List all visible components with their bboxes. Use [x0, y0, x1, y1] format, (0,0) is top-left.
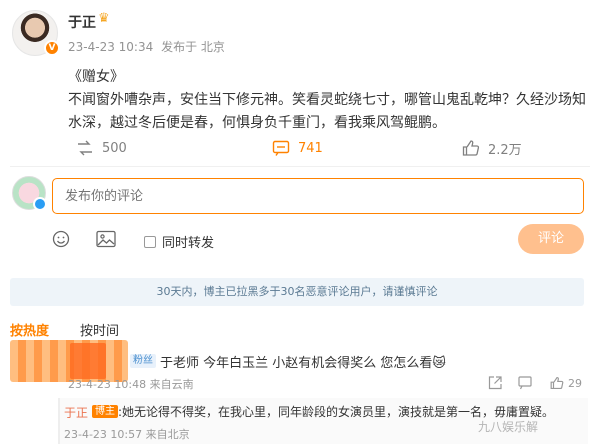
crown-icon: ♛: [98, 11, 110, 26]
checkbox-box[interactable]: [144, 235, 156, 248]
comment-like-count: 29: [568, 376, 582, 390]
post-source: 发布于 北京: [161, 40, 225, 54]
repost-button[interactable]: 500: [76, 136, 127, 160]
comment-icon: [272, 140, 290, 156]
comment-meta: 23-4-23 10:48 来自云南: [68, 376, 194, 392]
comment-count: 741: [298, 140, 323, 156]
emoji-button[interactable]: [52, 230, 70, 252]
post-actions: 500 741 2.2万: [0, 136, 600, 160]
repost-checkbox-label: 同时转发: [162, 236, 215, 251]
comment-input[interactable]: [52, 178, 584, 214]
comment-button[interactable]: 741: [272, 136, 323, 160]
repost-count: 500: [102, 140, 127, 156]
tab-sort-time[interactable]: 按时间: [80, 320, 119, 339]
comment-like-button[interactable]: 29: [550, 376, 582, 390]
reply-date: 23-4-23 10:57: [64, 428, 143, 441]
reply-meta: 23-4-23 10:57 来自北京: [64, 426, 190, 442]
like-count: 2.2万: [488, 142, 522, 158]
divider: [10, 166, 590, 167]
comment-location: 来自云南: [149, 378, 194, 391]
fan-badge: 粉丝: [130, 354, 156, 368]
comment-date: 23-4-23 10:48: [68, 378, 147, 391]
post-meta: 23-4-23 10:34 发布于 北京: [68, 38, 229, 55]
author-name[interactable]: 于正: [68, 12, 96, 32]
verified-badge-icon: V: [44, 40, 60, 56]
emoji-icon: [52, 230, 70, 248]
repost-icon: [78, 140, 92, 156]
post-title: 《赠女》: [68, 69, 124, 85]
tab-sort-hot[interactable]: 按热度: [10, 320, 49, 339]
redacted-block: [70, 343, 106, 379]
image-icon: [96, 230, 116, 248]
post-date[interactable]: 23-4-23 10:34: [68, 40, 153, 54]
comment-share-button[interactable]: [488, 376, 502, 390]
submit-comment-button[interactable]: 评论: [518, 224, 584, 254]
reply-location: 来自北京: [145, 428, 190, 441]
my-verified-icon: [33, 197, 47, 211]
watermark: 九八娱乐解: [478, 420, 539, 434]
thumbs-up-icon: [550, 376, 564, 390]
image-button[interactable]: [96, 230, 116, 252]
blogger-badge: 博主: [92, 405, 118, 418]
comment-text: 于老师 今年白玉兰 小赵有机会得奖么 您怎么看😿: [160, 356, 446, 371]
blocklist-notice: 30天内，博主已拉黑多于30名恶意评论用户，请谨慎评论: [10, 278, 584, 306]
like-button[interactable]: 2.2万: [462, 136, 522, 160]
repost-checkbox[interactable]: 同时转发: [144, 232, 214, 251]
comment-reply-button[interactable]: [518, 376, 532, 390]
post-text: 不闻窗外嘈杂声，安住当下修元神。笑看灵蛇绕七寸，哪管山鬼乱乾坤？久经沙场知水深，…: [68, 92, 586, 131]
reply-author[interactable]: 于正: [64, 404, 88, 421]
comment-icon: [518, 376, 532, 390]
post-body: 《赠女》 不闻窗外嘈杂声，安住当下修元神。笑看灵蛇绕七寸，哪管山鬼乱乾坤？久经沙…: [68, 66, 588, 135]
thumbs-up-icon: [462, 140, 480, 156]
share-icon: [488, 376, 502, 390]
